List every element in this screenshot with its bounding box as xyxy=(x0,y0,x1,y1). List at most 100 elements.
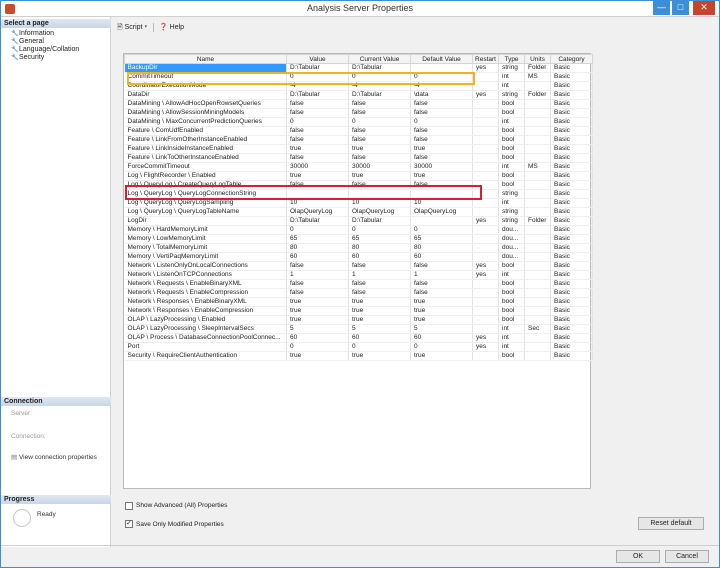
table-row[interactable]: Network \ ListenOnlyOnLocalConnections fa… xyxy=(124,261,593,271)
cell-value[interactable]: false xyxy=(286,99,349,109)
server-label: Server: xyxy=(11,410,32,417)
cell-default-value: 0 xyxy=(410,72,473,82)
maximize-button[interactable]: □ xyxy=(672,1,689,15)
cell-value[interactable] xyxy=(286,189,349,199)
minimize-button[interactable]: — xyxy=(653,1,670,15)
column-header-current-value[interactable]: Current Value xyxy=(348,54,411,64)
reset-default-button[interactable]: Reset default xyxy=(638,517,704,530)
cell-value[interactable]: false xyxy=(286,135,349,145)
cell-value[interactable]: D:\Tabular xyxy=(286,63,349,73)
column-header-restart[interactable]: Restart xyxy=(472,54,499,64)
cell-default-value: true xyxy=(410,171,473,181)
cell-value[interactable]: true xyxy=(286,351,349,361)
table-row[interactable]: CoordinatorExecutionMode -4 -4 -4 int Basic xyxy=(124,81,593,91)
cell-value[interactable]: false xyxy=(286,180,349,190)
table-row[interactable]: Log \ QueryLog \ QueryLogSampling 10 10 10 i… xyxy=(124,198,593,208)
table-row[interactable]: OLAP \ LazyProcessing \ Enabled true true t… xyxy=(124,315,593,325)
cell-value[interactable]: 0 xyxy=(286,342,349,352)
cell-value[interactable]: true xyxy=(286,306,349,316)
cell-default-value: 5 xyxy=(410,324,473,334)
column-header-value[interactable]: Value xyxy=(286,54,349,64)
table-row[interactable]: DataMining \ AllowSessionMiningModels fal… xyxy=(124,108,593,118)
table-row[interactable]: Memory \ HardMemoryLimit 0 0 0 dou... Basic xyxy=(124,225,593,235)
table-row[interactable]: Feature \ LinkFromOtherInstanceEnabled fa… xyxy=(124,135,593,145)
table-row[interactable]: Network \ ListenOnTCPConnections 1 1 1 yes in… xyxy=(124,270,593,280)
cell-value[interactable]: 30000 xyxy=(286,162,349,172)
properties-grid[interactable]: Name Value Current Value Default Value R… xyxy=(123,53,593,489)
table-row[interactable]: Log \ QueryLog \ QueryLogTableName OlapQu… xyxy=(124,207,593,217)
table-row[interactable]: Network \ Requests \ EnableCompression fa… xyxy=(124,288,593,298)
cell-value[interactable]: false xyxy=(286,261,349,271)
cell-default-value: true xyxy=(410,351,473,361)
table-row[interactable]: DataMining \ MaxConcurrentPredictionQuer… xyxy=(124,117,593,127)
save-only-modified-checkbox[interactable]: ✓ xyxy=(125,520,133,528)
table-row[interactable]: DataDir D:\Tabular D:\Tabular \data yes strin… xyxy=(124,90,593,100)
cell-value[interactable]: 80 xyxy=(286,243,349,253)
cell-value[interactable]: 60 xyxy=(286,333,349,343)
cell-value[interactable]: 0 xyxy=(286,72,349,82)
table-row[interactable]: Security \ RequireClientAuthentication tr… xyxy=(124,351,593,361)
script-button[interactable]: 🗎 Script ▾ xyxy=(117,23,147,34)
cell-value[interactable]: D:\Tabular xyxy=(286,90,349,100)
table-row[interactable]: Memory \ VertiPaqMemoryLimit 60 60 60 dou...… xyxy=(124,252,593,262)
table-row[interactable]: Feature \ ComUdfEnabled false false false bo… xyxy=(124,126,593,136)
cell-value[interactable]: 0 xyxy=(286,117,349,127)
cell-value[interactable]: false xyxy=(286,279,349,289)
cell-value[interactable]: false xyxy=(286,108,349,118)
cell-value[interactable]: OlapQueryLog xyxy=(286,207,349,217)
cell-value[interactable]: D:\Tabular xyxy=(286,216,349,226)
column-header-category[interactable]: Category xyxy=(550,54,593,64)
table-row[interactable]: ForceCommitTimeout 30000 30000 30000 int MS Ba… xyxy=(124,162,593,172)
cell-value[interactable]: true xyxy=(286,297,349,307)
cell-value[interactable]: 60 xyxy=(286,252,349,262)
table-row[interactable]: BackupDir D:\Tabular D:\Tabular yes string Fo… xyxy=(124,63,593,73)
table-row[interactable]: OLAP \ LazyProcessing \ SleepIntervalSec… xyxy=(124,324,593,334)
help-button[interactable]: ❓ Help xyxy=(159,23,184,31)
table-row[interactable]: DataMining \ AllowAdHocOpenRowsetQueries… xyxy=(124,99,593,109)
page-item-general[interactable]: 🔧General xyxy=(11,38,44,46)
cell-value[interactable]: true xyxy=(286,144,349,154)
column-header-name[interactable]: Name xyxy=(124,54,287,64)
table-row[interactable]: Log \ QueryLog \ CreateQueryLogTable fals… xyxy=(124,180,593,190)
cell-value[interactable]: false xyxy=(286,153,349,163)
table-row[interactable]: Feature \ LinkToOtherInstanceEnabled fals… xyxy=(124,153,593,163)
cell-value[interactable]: false xyxy=(286,288,349,298)
table-row[interactable]: LogDir D:\Tabular D:\Tabular yes string Folde… xyxy=(124,216,593,226)
cell-value[interactable]: true xyxy=(286,315,349,325)
table-row[interactable]: Network \ Responses \ EnableCompression t… xyxy=(124,306,593,316)
cell-value[interactable]: 10 xyxy=(286,198,349,208)
page-item-language-collation[interactable]: 🔧Language/Collation xyxy=(11,46,79,54)
cell-value[interactable]: false xyxy=(286,126,349,136)
cell-value[interactable]: 1 xyxy=(286,270,349,280)
cell-name: CoordinatorExecutionMode xyxy=(124,81,287,91)
cell-value[interactable]: -4 xyxy=(286,81,349,91)
table-row[interactable]: Port 0 0 0 yes int Basic xyxy=(124,342,593,352)
close-button[interactable]: ✕ xyxy=(693,1,715,15)
column-header-type[interactable]: Type xyxy=(498,54,525,64)
table-row[interactable]: Memory \ LowMemoryLimit 65 65 65 dou... Basic xyxy=(124,234,593,244)
cell-value[interactable]: 0 xyxy=(286,225,349,235)
cancel-button[interactable]: Cancel xyxy=(665,550,709,563)
table-row[interactable]: Network \ Requests \ EnableBinaryXML fals… xyxy=(124,279,593,289)
ok-button[interactable]: OK xyxy=(616,550,660,563)
cell-category: Basic xyxy=(550,207,593,217)
view-connection-properties-link[interactable]: ▤ View connection properties xyxy=(11,453,97,461)
cell-current-value: 0 xyxy=(348,117,411,127)
table-row[interactable]: Network \ Responses \ EnableBinaryXML tru… xyxy=(124,297,593,307)
show-advanced-checkbox[interactable] xyxy=(125,502,133,510)
cell-current-value: 80 xyxy=(348,243,411,253)
table-row[interactable]: Feature \ LinkInsideInstanceEnabled true t… xyxy=(124,144,593,154)
cell-category: Basic xyxy=(550,351,593,361)
column-header-default-value[interactable]: Default Value xyxy=(410,54,473,64)
table-row[interactable]: Memory \ TotalMemoryLimit 80 80 80 dou... Bas… xyxy=(124,243,593,253)
cell-value[interactable]: true xyxy=(286,171,349,181)
table-row[interactable]: CommitTimeout 0 0 0 int MS Basic xyxy=(124,72,593,82)
column-header-units[interactable]: Units xyxy=(524,54,551,64)
page-item-security[interactable]: 🔧Security xyxy=(11,54,44,62)
cell-value[interactable]: 5 xyxy=(286,324,349,334)
page-item-information[interactable]: 🔧Information xyxy=(11,30,54,38)
table-row[interactable]: Log \ FlightRecorder \ Enabled true true tr… xyxy=(124,171,593,181)
table-row[interactable]: OLAP \ Process \ DatabaseConnectionPoolC… xyxy=(124,333,593,343)
table-row[interactable]: Log \ QueryLog \ QueryLogConnectionStrin… xyxy=(124,189,593,199)
cell-value[interactable]: 65 xyxy=(286,234,349,244)
